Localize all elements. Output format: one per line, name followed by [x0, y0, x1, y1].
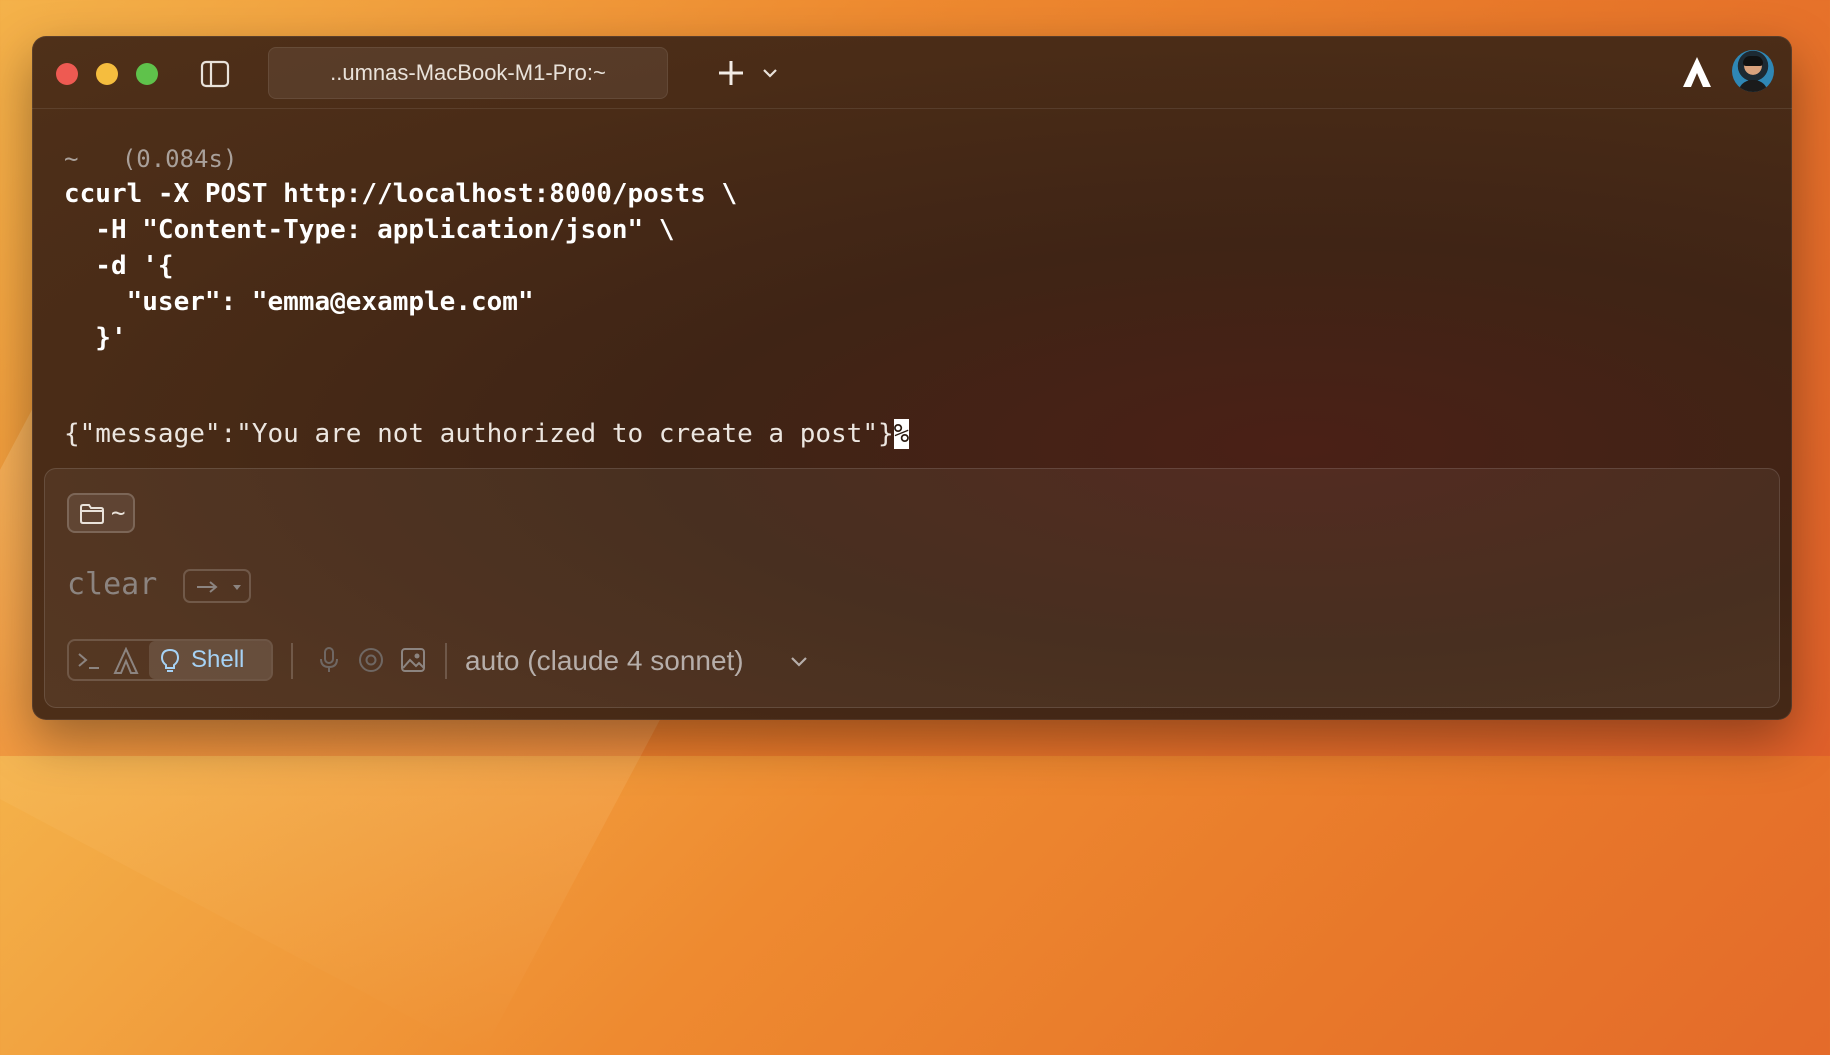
command-line: -H "Content-Type: application/json" \ [64, 215, 675, 245]
no-newline-marker: % [893, 419, 910, 449]
model-selector[interactable]: auto (claude 4 sonnet) [465, 641, 744, 681]
command-duration: (0.084s) [121, 145, 238, 173]
command-output: {"message":"You are not authorized to cr… [64, 416, 910, 452]
toolbar-divider [291, 643, 293, 679]
prompt-directory: ~ [64, 145, 79, 173]
command-line: -d '{ [64, 251, 174, 281]
chevron-down-icon[interactable] [789, 655, 809, 669]
user-avatar[interactable] [1732, 50, 1774, 92]
at-mention-icon[interactable] [357, 645, 385, 675]
warp-agent-icon[interactable] [1682, 56, 1712, 88]
image-icon[interactable] [399, 645, 427, 675]
command-line: ccurl -X POST http://localhost:8000/post… [64, 179, 738, 209]
shell-mode-label: Shell [191, 646, 245, 673]
terminal-prompt-icon[interactable] [75, 649, 103, 673]
accept-suggestion-key[interactable] [183, 569, 251, 603]
output-text: {"message":"You are not authorized to cr… [64, 419, 894, 449]
close-window-button[interactable] [56, 63, 78, 85]
tab-terminal[interactable]: ..umnas-MacBook-M1-Pro:~ [268, 47, 668, 99]
agent-mode-icon[interactable] [113, 646, 139, 675]
shell-mode-button[interactable]: Shell [149, 641, 271, 679]
title-bar: ..umnas-MacBook-M1-Pro:~ [32, 36, 1792, 109]
command-input[interactable]: clear [67, 565, 157, 605]
sidebar-icon[interactable] [200, 60, 230, 88]
folder-icon [79, 504, 105, 524]
block-header: ~ (0.084s) [64, 142, 1744, 176]
tab-title: ..umnas-MacBook-M1-Pro:~ [330, 60, 606, 85]
command-line: "user": "emma@example.com" [64, 287, 534, 317]
terminal-window: ..umnas-MacBook-M1-Pro:~ ~ (0.084s) ccur… [32, 36, 1792, 720]
input-editor[interactable]: ~ clear Shell auto (claude 4 sonnet) [44, 468, 1780, 708]
directory-chip[interactable]: ~ [67, 493, 135, 533]
command-block[interactable]: ~ (0.084s) ccurl -X POST http://localhos… [64, 142, 1744, 356]
chevron-down-icon[interactable] [762, 66, 778, 78]
command-line: }' [64, 323, 127, 353]
plus-icon[interactable] [716, 58, 746, 88]
minimize-window-button[interactable] [96, 63, 118, 85]
toolbar-divider [445, 643, 447, 679]
zoom-window-button[interactable] [136, 63, 158, 85]
input-mode-toggle: Shell [67, 639, 273, 681]
directory-label: ~ [111, 499, 126, 527]
lightbulb-icon [159, 648, 181, 674]
microphone-icon[interactable] [315, 645, 343, 675]
